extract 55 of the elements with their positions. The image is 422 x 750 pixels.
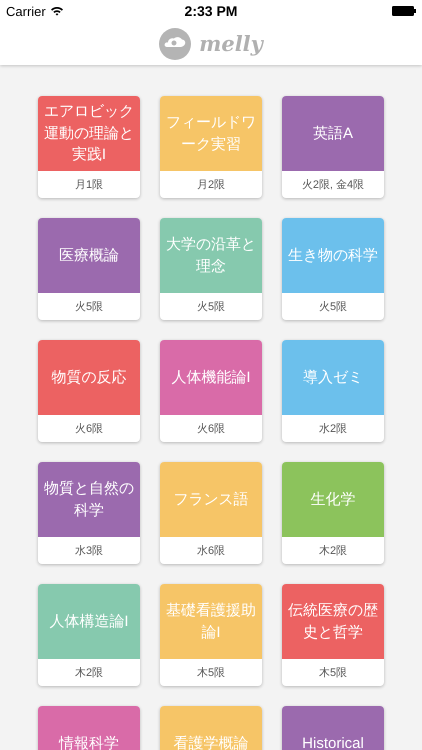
- course-name: 物質と自然の科学: [43, 478, 135, 520]
- course-name: フランス語: [174, 490, 248, 510]
- course-name: 生き物の科学: [288, 246, 378, 266]
- course-card[interactable]: フランス語 水6限: [160, 462, 262, 564]
- course-schedule: 木2限: [318, 544, 348, 558]
- course-card[interactable]: フィールドワーク実習 月2限: [160, 96, 262, 198]
- logo-icon: [159, 28, 192, 60]
- course-schedule: 火5限: [74, 300, 104, 314]
- course-name: 導入ゼミ: [303, 368, 363, 388]
- course-name: エアロビック運動の理論と実践I: [43, 102, 135, 166]
- course-name: Historical: [302, 734, 364, 750]
- course-name: 伝統医療の歴史と哲学: [287, 600, 379, 642]
- course-card[interactable]: 英語A 火2限, 金4限: [282, 96, 384, 198]
- battery-icon: [392, 6, 416, 16]
- app-title: melly: [199, 31, 263, 56]
- course-name: 生化学: [310, 490, 356, 510]
- course-name: フィールドワーク実習: [165, 112, 257, 154]
- course-schedule: 火2限, 金4限: [302, 178, 364, 192]
- course-card[interactable]: エアロビック運動の理論と実践I 月1限: [38, 96, 140, 198]
- course-schedule: 月1限: [74, 178, 104, 192]
- clock-time: 2:33 PM: [184, 3, 238, 19]
- course-schedule: 木5限: [318, 666, 348, 680]
- course-name: 大学の沿革と理念: [165, 234, 257, 276]
- course-card[interactable]: 医療概論 火5限: [38, 218, 140, 320]
- course-schedule: 水2限: [318, 422, 348, 436]
- course-schedule: 木5限: [196, 666, 226, 680]
- course-schedule: 水3限: [74, 544, 104, 558]
- wifi-icon: [50, 6, 64, 16]
- course-card[interactable]: 生化学 木2限: [282, 462, 384, 564]
- course-name: 医療概論: [59, 246, 119, 266]
- course-name: 英語A: [312, 124, 353, 144]
- course-card[interactable]: Historical: [282, 706, 384, 750]
- course-card[interactable]: 人体機能論I 火6限: [160, 340, 262, 442]
- course-name: 情報科学: [59, 734, 119, 750]
- course-card[interactable]: 大学の沿革と理念 火5限: [160, 218, 262, 320]
- course-card[interactable]: 生き物の科学 火5限: [282, 218, 384, 320]
- carrier-label: Carrier: [6, 4, 46, 18]
- course-schedule: 火6限: [74, 422, 104, 436]
- course-name: 看護学概論: [174, 734, 248, 750]
- course-name: 人体機能論I: [171, 368, 251, 388]
- course-name: 人体構造論I: [49, 612, 129, 632]
- course-card[interactable]: 人体構造論I 木2限: [38, 584, 140, 686]
- course-schedule: 水6限: [196, 544, 226, 558]
- course-card[interactable]: 物質の反応 火6限: [38, 340, 140, 442]
- course-card[interactable]: 基礎看護援助論I 木5限: [160, 584, 262, 686]
- course-card[interactable]: 物質と自然の科学 水3限: [38, 462, 140, 564]
- course-schedule: 火6限: [196, 422, 226, 436]
- course-schedule: 木2限: [74, 666, 104, 680]
- course-name: 基礎看護援助論I: [165, 600, 257, 642]
- course-card[interactable]: 伝統医療の歴史と哲学 木5限: [282, 584, 384, 686]
- course-card[interactable]: 導入ゼミ 水2限: [282, 340, 384, 442]
- course-schedule: 火5限: [196, 300, 226, 314]
- course-schedule: 火5限: [318, 300, 348, 314]
- course-schedule: 月2限: [196, 178, 226, 192]
- course-name: 物質の反応: [52, 368, 126, 388]
